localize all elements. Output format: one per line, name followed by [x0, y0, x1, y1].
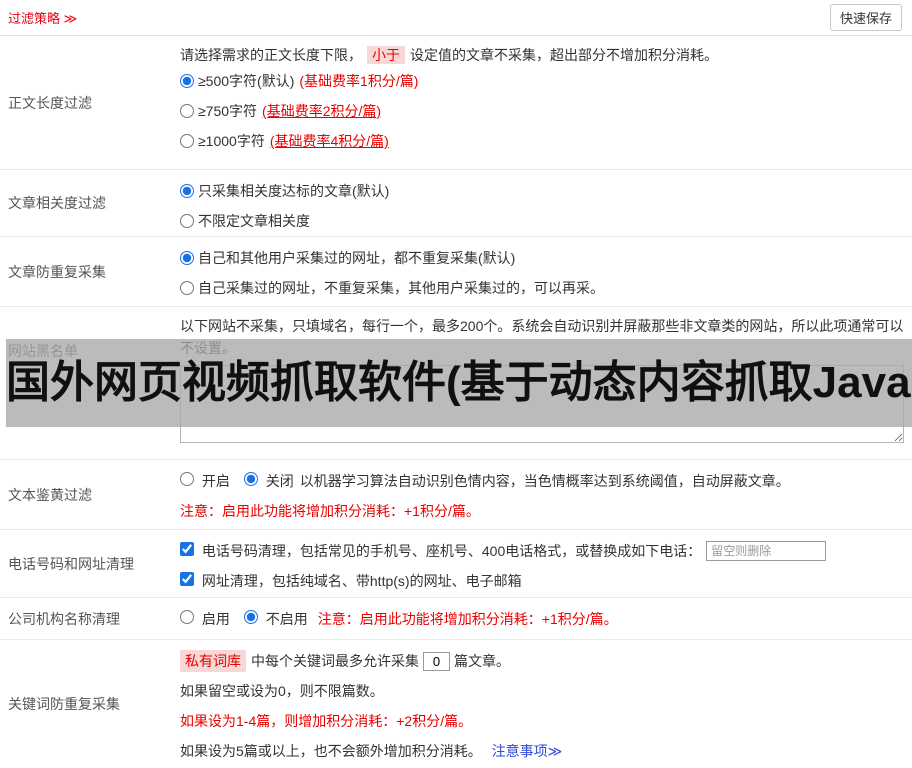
radio-dedup-self-input[interactable]	[180, 281, 194, 295]
section-content-phone: 电话号码清理，包括常见的手机号、座机号、400电话格式，或替换成如下电话： 网址…	[174, 530, 912, 597]
radio-dedup-all-label: 自己和其他用户采集过的网址，都不重复采集(默认)	[198, 250, 516, 266]
section-label-relevance: 文章相关度过滤	[8, 195, 106, 211]
radio-option-company-on[interactable]: 启用	[180, 609, 230, 629]
radio-relevance-any-input[interactable]	[180, 214, 194, 228]
section-label-phone: 电话号码和网址清理	[8, 555, 134, 572]
section-porn-filter: 文本鉴黄过滤 开启 关闭 以机器学习算法自动识别色情内容，当色情概率达到系统阈值…	[0, 460, 912, 530]
radio-porn-on-input[interactable]	[180, 472, 194, 486]
radio-porn-off-input[interactable]	[243, 472, 258, 486]
radio-option-company-off[interactable]: 不启用	[243, 609, 308, 629]
radio-relevance-strict-label: 只采集相关度达标的文章(默认)	[198, 183, 390, 199]
radio-company-off-label: 不启用	[265, 611, 308, 627]
watermark-text: 国外网页视频抓取软件(基于动态内容抓取JavaS	[6, 358, 912, 407]
url-cleanup-line: 网址清理，包括纯域名、带http(s)的网址、电子邮箱	[180, 566, 904, 596]
section-content-body-length: 请选择需求的正文长度下限， 小于 设定值的文章不采集，超出部分不增加积分消耗。 ≥5…	[174, 36, 912, 169]
radio-company-off-input[interactable]	[243, 610, 258, 624]
radio-option-porn-off[interactable]: 关闭	[243, 471, 294, 491]
radio-dedup-self-label: 自己采集过的网址，不重复采集，其他用户采集过的，可以再采。	[198, 280, 604, 296]
radio-1000-label: ≥1000字符	[198, 133, 265, 149]
topbar: 过滤策略 ≫ 快速保存	[0, 0, 912, 36]
filter-strategy-page: 过滤策略 ≫ 快速保存 正文长度过滤 请选择需求的正文长度下限， 小于 设定值的文章…	[0, 0, 912, 768]
radio-relevance-any-label: 不限定文章相关度	[198, 213, 310, 229]
radio-porn-off-label: 关闭	[265, 473, 294, 489]
radio-750-input[interactable]	[180, 104, 194, 118]
porn-options-line: 开启 关闭 以机器学习算法自动识别色情内容，当色情概率达到系统阈值，自动屏蔽文章…	[180, 466, 904, 496]
keyword-limit-suffix: 篇文章。	[454, 653, 510, 669]
radio-500-label: ≥500字符(默认)	[198, 73, 295, 89]
intro-text-after: 设定值的文章不采集，超出部分不增加积分消耗。	[410, 47, 718, 63]
rate-note-1000: (基础费率4积分/篇)	[269, 133, 389, 149]
checkbox-option-phone[interactable]: 电话号码清理，包括常见的手机号、座机号、400电话格式，或替换成如下电话：	[180, 541, 701, 561]
length-intro: 请选择需求的正文长度下限， 小于 设定值的文章不采集，超出部分不增加积分消耗。	[180, 42, 904, 66]
section-label-company: 公司机构名称清理	[8, 610, 120, 627]
radio-option-relevance-any[interactable]: 不限定文章相关度	[180, 206, 904, 236]
radio-750-label: ≥750字符	[198, 103, 258, 119]
section-label-body-length: 正文长度过滤	[8, 94, 92, 111]
intro-text-before: 请选择需求的正文长度下限，	[180, 47, 362, 63]
checkbox-option-url[interactable]: 网址清理，包括纯域名、带http(s)的网址、电子邮箱	[180, 571, 522, 591]
section-relevance-filter: 文章相关度过滤 只采集相关度达标的文章(默认) 不限定文章相关度	[0, 170, 912, 237]
radio-option-1000[interactable]: ≥1000字符 (基础费率4积分/篇)	[180, 126, 904, 156]
radio-option-dedup-all[interactable]: 自己和其他用户采集过的网址，都不重复采集(默认)	[180, 243, 904, 273]
page-title[interactable]: 过滤策略 ≫	[8, 8, 77, 27]
radio-1000-input[interactable]	[180, 134, 194, 148]
section-content-dedup: 自己和其他用户采集过的网址，都不重复采集(默认) 自己采集过的网址，不重复采集，…	[174, 237, 912, 306]
radio-500-input[interactable]	[180, 74, 194, 88]
keyword-note-cost: 如果设为1-4篇，则增加积分消耗：+2积分/篇。	[180, 713, 473, 729]
section-keyword-dedup: 关键词防重复采集 私有词库 中每个关键词最多允许采集 篇文章。 如果留空或设为0…	[0, 640, 912, 768]
keyword-limit-line: 私有词库 中每个关键词最多允许采集 篇文章。	[180, 646, 904, 676]
watermark-banner: 国外网页视频抓取软件(基于动态内容抓取JavaS	[6, 339, 912, 427]
section-content-keyword: 私有词库 中每个关键词最多允许采集 篇文章。 如果留空或设为0，则不限篇数。 如…	[174, 640, 912, 768]
phone-replace-input[interactable]	[706, 541, 827, 561]
checkbox-phone-input[interactable]	[180, 542, 194, 556]
porn-cost-note: 注意：启用此功能将增加积分消耗：+1积分/篇。	[180, 503, 480, 519]
keyword-note-five-line: 如果设为5篇或以上，也不会额外增加积分消耗。 注意事项≫	[180, 736, 904, 766]
company-cost-note: 注意：启用此功能将增加积分消耗：+1积分/篇。	[317, 611, 618, 627]
phone-cleanup-line: 电话号码清理，包括常见的手机号、座机号、400电话格式，或替换成如下电话：	[180, 536, 904, 566]
checkbox-url-label: 网址清理，包括纯域名、带http(s)的网址、电子邮箱	[201, 573, 522, 589]
section-dedup-filter: 文章防重复采集 自己和其他用户采集过的网址，都不重复采集(默认) 自己采集过的网…	[0, 237, 912, 307]
section-phone-url-cleanup: 电话号码和网址清理 电话号码清理，包括常见的手机号、座机号、400电话格式，或替…	[0, 530, 912, 598]
section-label-keyword: 关键词防重复采集	[8, 696, 120, 712]
keyword-note-empty: 如果留空或设为0，则不限篇数。	[180, 683, 384, 699]
notice-link[interactable]: 注意事项≫	[492, 743, 563, 759]
section-content-company: 启用 不启用 注意：启用此功能将增加积分消耗：+1积分/篇。	[174, 598, 912, 639]
company-options-line: 启用 不启用 注意：启用此功能将增加积分消耗：+1积分/篇。	[180, 604, 904, 634]
checkbox-phone-label: 电话号码清理，包括常见的手机号、座机号、400电话格式，或替换成如下电话：	[201, 543, 702, 559]
section-company-name-cleanup: 公司机构名称清理 启用 不启用 注意：启用此功能将增加积分消耗：+1积分/篇。	[0, 598, 912, 640]
checkbox-url-input[interactable]	[180, 572, 194, 586]
section-label-porn: 文本鉴黄过滤	[8, 486, 92, 503]
intro-highlight: 小于	[367, 46, 405, 64]
radio-option-750[interactable]: ≥750字符 (基础费率2积分/篇)	[180, 96, 904, 126]
section-label-dedup: 文章防重复采集	[8, 263, 106, 280]
private-lexicon-highlight: 私有词库	[180, 650, 246, 672]
radio-option-porn-on[interactable]: 开启	[180, 471, 230, 491]
rate-note-500: (基础费率1积分/篇)	[299, 73, 419, 89]
radio-dedup-all-input[interactable]	[180, 251, 194, 265]
radio-option-dedup-self[interactable]: 自己采集过的网址，不重复采集，其他用户采集过的，可以再采。	[180, 273, 904, 303]
keyword-note-five: 如果设为5篇或以上，也不会额外增加积分消耗。	[180, 743, 482, 759]
section-content-relevance: 只采集相关度达标的文章(默认) 不限定文章相关度	[174, 170, 912, 236]
radio-porn-on-label: 开启	[201, 473, 230, 489]
section-body-length-filter: 正文长度过滤 请选择需求的正文长度下限， 小于 设定值的文章不采集，超出部分不增加积…	[0, 36, 912, 170]
rate-note-750: (基础费率2积分/篇)	[262, 103, 382, 119]
keyword-limit-input[interactable]	[423, 651, 450, 671]
radio-company-on-label: 启用	[201, 611, 230, 627]
keyword-limit-text: 中每个关键词最多允许采集	[251, 653, 419, 669]
porn-description: 以机器学习算法自动识别色情内容，当色情概率达到系统阈值，自动屏蔽文章。	[299, 473, 790, 489]
radio-option-relevance-strict[interactable]: 只采集相关度达标的文章(默认)	[180, 176, 904, 206]
radio-relevance-strict-input[interactable]	[180, 184, 194, 198]
section-content-porn: 开启 关闭 以机器学习算法自动识别色情内容，当色情概率达到系统阈值，自动屏蔽文章…	[174, 460, 912, 529]
quick-save-button[interactable]: 快速保存	[829, 4, 902, 31]
radio-option-500[interactable]: ≥500字符(默认) (基础费率1积分/篇)	[180, 66, 904, 96]
radio-company-on-input[interactable]	[180, 610, 194, 624]
